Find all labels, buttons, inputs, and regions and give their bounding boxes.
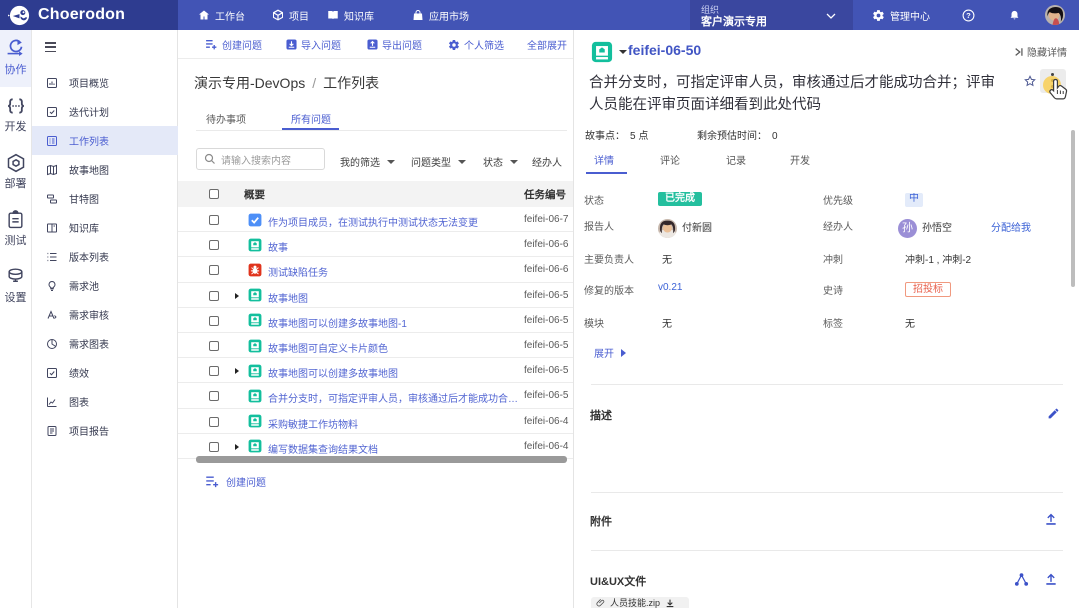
svg-text:?: ?	[966, 11, 971, 20]
